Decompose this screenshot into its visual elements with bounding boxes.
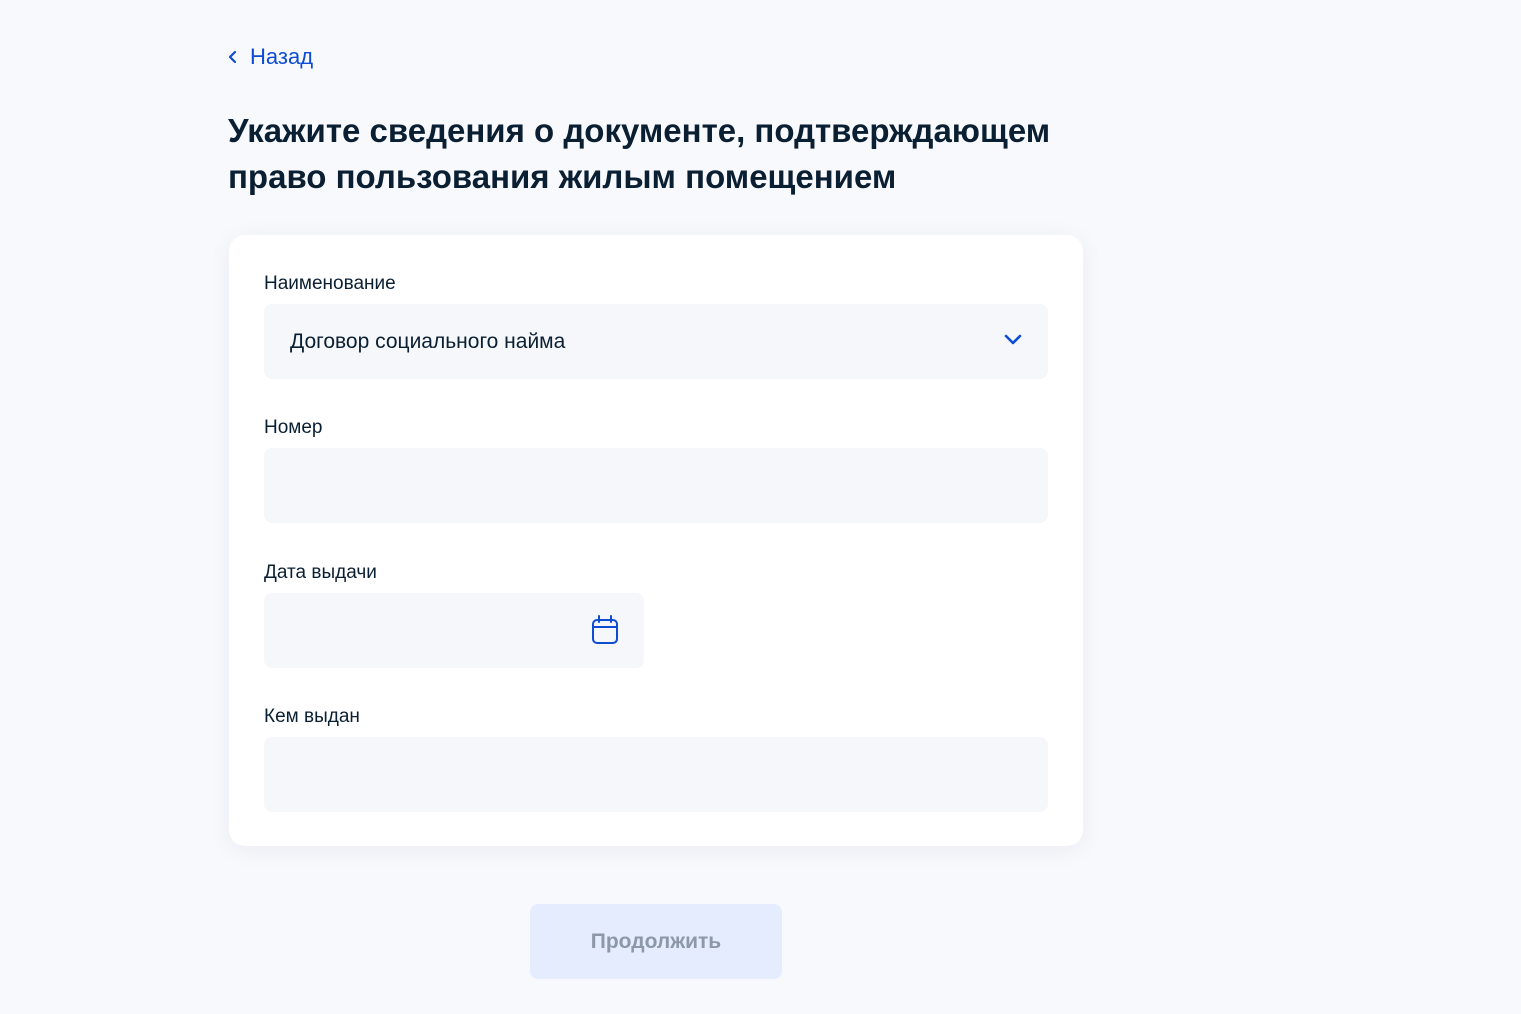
issue-date-input[interactable] xyxy=(264,593,644,668)
chevron-left-icon xyxy=(228,50,238,64)
back-link[interactable]: Назад xyxy=(228,40,313,74)
page-title: Укажите сведения о документе, подтвержда… xyxy=(228,112,1051,195)
document-form-card: Наименование Договор социального найма Н… xyxy=(229,235,1083,846)
back-link-label: Назад xyxy=(250,44,314,69)
calendar-icon[interactable] xyxy=(591,615,619,651)
document-name-select[interactable]: Договор социального найма xyxy=(264,304,1048,379)
document-name-select-value: Договор социального найма xyxy=(290,329,566,353)
name-field-label: Наименование xyxy=(264,273,396,294)
issued-by-field-container xyxy=(264,737,1048,812)
issued-by-input[interactable] xyxy=(264,737,1048,812)
number-field-label: Номер xyxy=(264,417,323,438)
chevron-down-icon xyxy=(1004,333,1022,351)
continue-button[interactable]: Продолжить xyxy=(530,904,782,979)
number-input[interactable] xyxy=(264,448,1048,523)
number-field-container xyxy=(264,448,1048,523)
issued-by-field-label: Кем выдан xyxy=(264,706,360,727)
issue-date-field-label: Дата выдачи xyxy=(264,562,377,583)
issue-date-field-container xyxy=(264,593,644,668)
